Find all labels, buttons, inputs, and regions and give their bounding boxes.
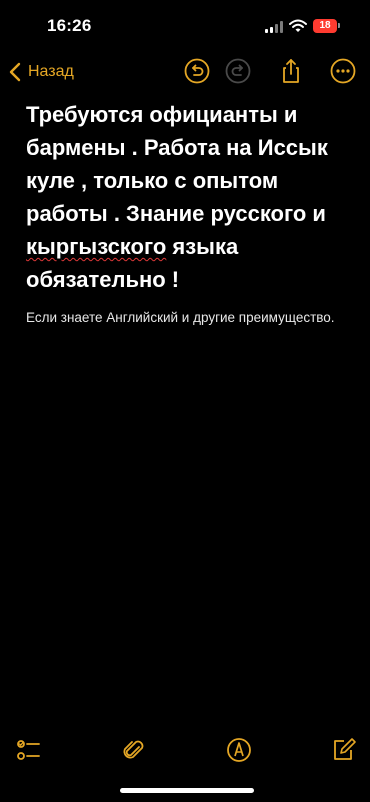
note-title: Требуются официанты и бармены . Работа н… <box>26 98 346 296</box>
note-content[interactable]: Требуются официанты и бармены . Работа н… <box>26 98 346 329</box>
compose-icon[interactable] <box>331 737 357 763</box>
back-label: Назад <box>28 63 74 80</box>
chevron-left-icon <box>9 62 21 82</box>
undo-icon[interactable] <box>183 57 211 85</box>
battery-cap <box>338 23 340 28</box>
checklist-icon[interactable] <box>16 737 42 763</box>
status-bar: 16:26 18 <box>0 0 370 54</box>
markup-icon[interactable] <box>226 737 252 763</box>
battery-indicator: 18 <box>313 19 337 33</box>
status-time: 16:26 <box>47 16 92 35</box>
home-indicator[interactable] <box>120 788 254 793</box>
back-button[interactable]: Назад <box>8 58 74 86</box>
redo-icon[interactable] <box>224 57 252 85</box>
cellular-signal-icon <box>265 21 283 33</box>
misspelled-word: кыргызского <box>26 234 167 259</box>
note-body: Если знаете Английский и другие преимуще… <box>26 310 335 325</box>
nav-bar: Назад <box>0 54 370 90</box>
wifi-icon <box>289 19 307 32</box>
note-title-text: Требуются официанты и бармены . Работа н… <box>26 102 328 226</box>
share-icon[interactable] <box>277 57 305 85</box>
more-icon[interactable] <box>329 57 357 85</box>
attachment-icon[interactable] <box>121 737 147 763</box>
bottom-toolbar <box>0 734 370 766</box>
